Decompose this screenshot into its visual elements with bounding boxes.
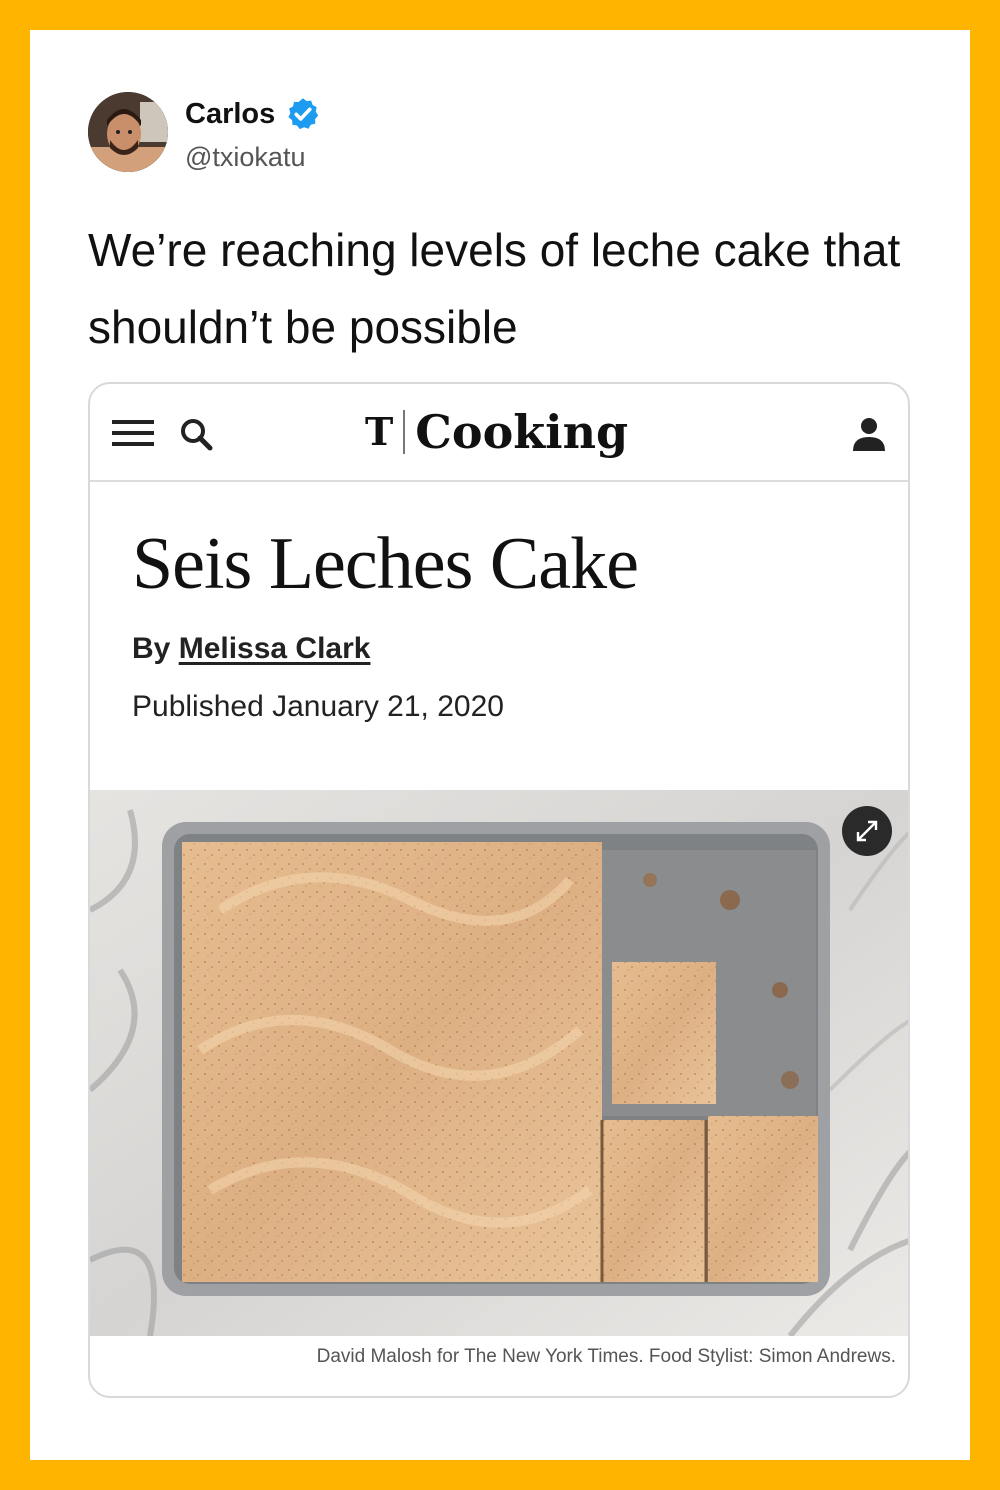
published-date: Published January 21, 2020: [132, 690, 504, 723]
author-link[interactable]: Melissa Clark: [179, 632, 371, 665]
avatar-image: [88, 92, 168, 172]
embedded-screenshot[interactable]: T Cooking Seis Leches Cake By Melissa Cl…: [88, 382, 910, 1398]
byline: By Melissa Clark: [132, 632, 370, 666]
avatar[interactable]: [88, 92, 168, 172]
expand-icon: [856, 820, 878, 842]
author-name[interactable]: Carlos: [185, 98, 275, 131]
author-handle[interactable]: @txiokatu: [185, 142, 305, 173]
by-label: By: [132, 632, 171, 665]
recipe-title: Seis Leches Cake: [132, 523, 639, 605]
verified-badge-icon: [288, 98, 319, 130]
author-name-row[interactable]: Carlos: [185, 96, 321, 132]
nyt-t-logo: T: [365, 410, 406, 454]
account-icon[interactable]: [852, 416, 886, 452]
photo-caption: David Malosh for The New York Times. Foo…: [316, 1346, 896, 1367]
expand-photo-button[interactable]: [842, 806, 892, 856]
menu-icon[interactable]: [112, 418, 154, 448]
recipe-photo[interactable]: [90, 790, 908, 1336]
tweet-card: Carlos @txiokatu We’re reaching levels o…: [30, 30, 970, 1460]
cake-photo: [90, 790, 908, 1336]
nyt-cooking-logo[interactable]: T Cooking: [365, 402, 628, 462]
nyt-cooking-header: T Cooking: [90, 384, 908, 482]
brand-name: Cooking: [415, 405, 629, 459]
search-icon[interactable]: [178, 416, 214, 452]
tweet-text: We’re reaching levels of leche cake that…: [88, 224, 901, 353]
